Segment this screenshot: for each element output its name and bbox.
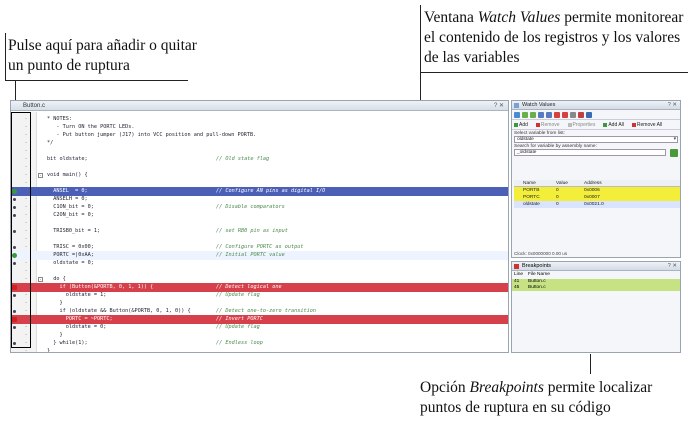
watch-title-bar: Watch Values ? ✕ bbox=[512, 101, 680, 110]
var-value: 0 bbox=[556, 202, 559, 207]
breakpoints-title-bar: Breakpoints ? ✕ bbox=[512, 262, 680, 271]
remove-all-icon bbox=[631, 122, 636, 127]
toggle-breakpoint-icon[interactable] bbox=[562, 111, 568, 118]
callout-leader-line bbox=[15, 80, 16, 102]
clear-breakpoints-icon[interactable] bbox=[570, 111, 576, 118]
watch-row[interactable]: PORTC 0 0x0007 bbox=[514, 194, 680, 201]
watch-title: Watch Values bbox=[522, 102, 556, 108]
breakpoints-title: Breakpoints bbox=[522, 263, 552, 269]
watch-row[interactable]: PORTB 0 0x0006 bbox=[514, 187, 680, 194]
editor-tab[interactable]: Button.c ? ✕ bbox=[11, 101, 508, 111]
close-icon[interactable]: ? ✕ bbox=[494, 101, 504, 111]
stop-icon[interactable] bbox=[554, 111, 560, 118]
watch-actions: Add Remove Properties Add All Remove All bbox=[512, 120, 680, 130]
callout-watch-values: Ventana Watch Values permite monitorear … bbox=[424, 8, 686, 68]
breakpoint-line: 45 bbox=[514, 285, 520, 290]
chevron-down-icon: ▾ bbox=[673, 137, 676, 142]
var-address: 0x0006 bbox=[584, 188, 600, 193]
properties-button[interactable]: Properties bbox=[567, 121, 596, 128]
editor-tab-title: Button.c bbox=[23, 103, 46, 109]
remove-all-label: Remove All bbox=[636, 121, 663, 128]
var-name: PORTC bbox=[523, 195, 540, 200]
var-name: oldstate bbox=[523, 202, 540, 207]
remove-button[interactable]: Remove bbox=[535, 121, 560, 128]
callout-watch-em: Watch Values bbox=[477, 9, 561, 26]
reset-icon[interactable] bbox=[578, 111, 584, 118]
properties-label: Properties bbox=[572, 121, 596, 128]
fold-toggle-icon[interactable]: - bbox=[38, 173, 43, 178]
close-icon[interactable]: ? ✕ bbox=[668, 101, 677, 110]
callout-breakpoints: Opción Breakpoints permite localizar pun… bbox=[420, 378, 688, 418]
info-icon[interactable] bbox=[586, 111, 592, 118]
properties-icon bbox=[567, 122, 572, 127]
callout-bps-pre: Opción bbox=[420, 379, 470, 396]
remove-all-button[interactable]: Remove All bbox=[631, 121, 663, 128]
step-out-icon[interactable] bbox=[538, 111, 544, 118]
run-icon[interactable] bbox=[514, 111, 520, 118]
var-name: PORTB bbox=[523, 188, 540, 193]
col-name[interactable]: Name bbox=[514, 180, 556, 186]
col-address[interactable]: Address bbox=[584, 180, 624, 186]
callout-breakpoint-toggle: Pulse aquí para añadir o quitar un punto… bbox=[8, 36, 198, 76]
add-all-icon bbox=[603, 122, 608, 127]
col-file-name[interactable]: File Name bbox=[528, 271, 550, 279]
add-button[interactable]: Add bbox=[514, 122, 528, 128]
breakpoint-gutter-highlight bbox=[11, 112, 31, 348]
col-line[interactable]: Line bbox=[514, 271, 528, 279]
watch-table-header: Name Value Address bbox=[514, 180, 680, 187]
callout-watch-pre: Ventana bbox=[424, 9, 478, 26]
watch-table: Name Value Address PORTB 0 0x0006 PORTC 0 0x0… bbox=[514, 180, 680, 208]
breakpoints-panel: Breakpoints ? ✕ Line File Name 41 Button.… bbox=[511, 261, 681, 353]
var-address: 0x0021.0 bbox=[584, 202, 604, 207]
code-text: } bbox=[47, 348, 51, 353]
plus-icon bbox=[514, 122, 518, 127]
breakpoints-header: Line File Name bbox=[512, 271, 680, 279]
search-variable-input[interactable]: _oldstate bbox=[514, 149, 666, 156]
callout-leader-line-bps bbox=[590, 354, 591, 374]
x-icon bbox=[535, 122, 540, 127]
watch-row[interactable]: oldstate 0 0x0021.0 bbox=[514, 201, 680, 208]
step-over-icon[interactable] bbox=[530, 111, 536, 118]
go-icon[interactable] bbox=[670, 149, 678, 157]
add-label: Add bbox=[519, 121, 528, 128]
breakpoint-row[interactable]: 45 Button.c bbox=[512, 285, 680, 291]
var-address: 0x0007 bbox=[584, 195, 600, 200]
callout-bps-em: Breakpoints bbox=[469, 379, 544, 396]
close-icon[interactable]: ? ✕ bbox=[668, 262, 677, 271]
var-value: 0 bbox=[556, 195, 559, 200]
step-into-icon[interactable] bbox=[522, 111, 528, 118]
watch-icon bbox=[514, 103, 519, 108]
watch-values-panel: Watch Values ? ✕ Add Remove Properties A… bbox=[511, 100, 681, 258]
var-value: 0 bbox=[556, 188, 559, 193]
run-to-cursor-icon[interactable] bbox=[546, 111, 552, 118]
code-editor[interactable]: Button.c ? ✕ - * NOTES: - - Turn ON the PO… bbox=[10, 100, 509, 353]
watch-toolbar bbox=[512, 110, 680, 120]
remove-label: Remove bbox=[540, 121, 560, 128]
breakpoint-icon bbox=[514, 264, 519, 269]
variable-select-value: oldstate bbox=[517, 137, 534, 142]
col-value[interactable]: Value bbox=[556, 180, 584, 186]
add-all-label: Add All bbox=[608, 121, 624, 128]
breakpoint-file: Button.c bbox=[528, 285, 546, 290]
callout-breakpoint-text: Pulse aquí para añadir o quitar un punto… bbox=[8, 37, 197, 74]
fold-toggle-icon[interactable]: - bbox=[38, 277, 43, 282]
add-all-button[interactable]: Add All bbox=[603, 122, 624, 128]
code-line[interactable]: -} bbox=[11, 347, 508, 353]
callout-leader-line-watch bbox=[420, 72, 421, 100]
variable-select[interactable]: oldstate ▾ bbox=[514, 136, 678, 143]
watch-status: Clock: 0x0000000 0.00 us bbox=[514, 251, 568, 256]
